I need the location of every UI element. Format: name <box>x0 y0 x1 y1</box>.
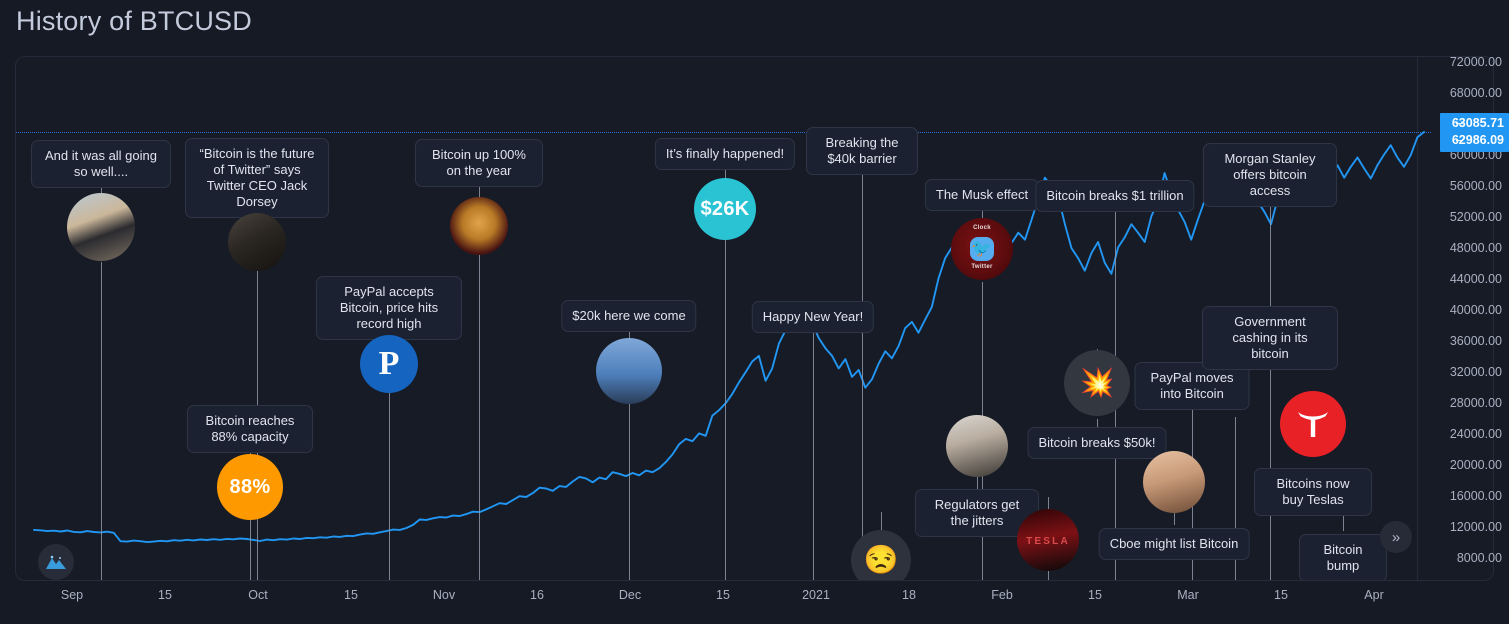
current-price-badge[interactable]: – 63085.71 – 62986.09 <box>1439 113 1509 152</box>
annotation-bitcoin-bump[interactable]: Bitcoin bump <box>1299 534 1387 580</box>
tesla-t-icon <box>1298 412 1328 437</box>
stem-happy-new-year <box>813 327 814 580</box>
marker-climber-photo[interactable] <box>596 338 662 404</box>
y-axis-tick: 48000.00 <box>1449 241 1502 255</box>
stem-up-100-2 <box>479 255 480 580</box>
tick-dash-icon-2: – <box>1455 133 1463 147</box>
paypal-mark-icon: P <box>378 345 400 382</box>
marker-milestone-26k[interactable]: $26K <box>694 178 756 240</box>
annotation-bitcoins-buy-teslas[interactable]: Bitcoins now buy Teslas <box>1254 468 1372 516</box>
x-axis-tick: Oct <box>248 588 268 602</box>
stem-all-going-well-2 <box>101 262 102 580</box>
collision-icon: 💥 <box>1079 367 1115 398</box>
annotation-morgan-stanley[interactable]: Morgan Stanley offers bitcoin access <box>1203 143 1337 207</box>
unamused-face-icon: 😒 <box>863 544 899 575</box>
twitter-caption-bottom: Twitter <box>971 264 993 271</box>
y-axis-tick: 16000.00 <box>1449 489 1502 503</box>
btc-history-page: History of BTCUSD P 88% $26K 😒 Clock 🐦 T… <box>0 0 1509 624</box>
marker-twitter-photo[interactable]: Clock 🐦 Twitter <box>951 218 1013 280</box>
stem-gov-cashing <box>1270 350 1271 580</box>
tesla-wordmark: TESLA <box>1026 536 1070 548</box>
marker-tesla-red-logo[interactable] <box>1280 391 1346 457</box>
x-axis-tick: Nov <box>432 588 456 602</box>
annotation-all-going-well[interactable]: And it was all going so well.... <box>31 140 171 188</box>
y-axis-tick: 36000.00 <box>1449 334 1502 348</box>
stem-breaking-40k <box>862 169 863 580</box>
x-axis-tick: Mar <box>1177 588 1199 602</box>
y-axis-tick: 72000.00 <box>1449 55 1502 69</box>
chevron-double-right-icon: » <box>1391 528 1401 546</box>
annotation-paypal-accepts[interactable]: PayPal accepts Bitcoin, price hits recor… <box>316 276 462 340</box>
y-axis-tick: 20000.00 <box>1449 458 1502 472</box>
twitter-bird-icon: 🐦 <box>969 236 995 262</box>
y-axis-tick: 8000.00 <box>1456 551 1502 565</box>
annotation-breaking-40k[interactable]: Breaking the $40k barrier <box>806 127 918 175</box>
stem-finally-happened-2 <box>725 237 726 580</box>
annotation-breaks-50k[interactable]: Bitcoin breaks $50k! <box>1027 427 1167 459</box>
stem-capacity-88-2 <box>250 518 251 580</box>
chart-mountain-logo-icon <box>38 544 74 580</box>
annotation-up-100[interactable]: Bitcoin up 100% on the year <box>415 139 543 187</box>
chart-panel: P 88% $26K 😒 Clock 🐦 Twitter 💥 TESLA And… <box>15 56 1494 581</box>
x-axis-tick: 16 <box>530 588 544 602</box>
annotation-20k-here-we-come[interactable]: $20k here we come <box>561 300 697 332</box>
x-axis-tick: 15 <box>158 588 172 602</box>
tick-dash-icon: – <box>1455 116 1463 130</box>
y-axis-tick: 52000.00 <box>1449 210 1502 224</box>
plot-area: P 88% $26K 😒 Clock 🐦 Twitter 💥 TESLA And… <box>16 57 1431 580</box>
marker-capacity-88[interactable]: 88% <box>217 454 283 520</box>
stem-20k-2 <box>629 402 630 580</box>
x-axis-tick: 2021 <box>802 588 830 602</box>
page-title: History of BTCUSD <box>16 6 252 36</box>
x-axis-tick: 15 <box>716 588 730 602</box>
x-axis-tick: Feb <box>991 588 1013 602</box>
marker-boom-emoji[interactable]: 💥 <box>1064 350 1130 416</box>
stem-paypal-accepts-2 <box>389 392 390 580</box>
annotation-dorsey[interactable]: “Bitcoin is the future of Twitter” says … <box>185 138 329 218</box>
marker-bag-photo[interactable] <box>67 193 135 261</box>
annotation-musk-effect[interactable]: The Musk effect <box>924 179 1040 211</box>
annotation-gov-cashing-in[interactable]: Government cashing in its bitcoin <box>1202 306 1338 370</box>
marker-unamused-emoji[interactable]: 😒 <box>851 530 911 580</box>
x-axis-tick: 15 <box>344 588 358 602</box>
next-page-button[interactable]: » <box>1380 521 1412 553</box>
y-axis-tick: 68000.00 <box>1449 86 1502 100</box>
stem-uh-oh <box>881 512 882 530</box>
annotation-capacity-88[interactable]: Bitcoin reaches 88% capacity <box>187 405 313 453</box>
x-axis-tick: Apr <box>1364 588 1384 602</box>
x-axis-tick: Sep <box>60 588 84 602</box>
marker-tesla-dark-photo[interactable]: TESLA <box>1017 509 1079 571</box>
x-axis: Sep 15 Oct 15 Nov 16 Dec 15 2021 18 Feb 15 Mar 15 Apr <box>15 583 1494 619</box>
x-axis-tick: 15 <box>1274 588 1288 602</box>
annotation-cboe-list[interactable]: Cboe might list Bitcoin <box>1098 528 1250 560</box>
marker-paypal-logo[interactable]: P <box>360 335 418 393</box>
y-axis-tick: 40000.00 <box>1449 303 1502 317</box>
y-axis-tick: 32000.00 <box>1449 365 1502 379</box>
y-axis-tick: 44000.00 <box>1449 272 1502 286</box>
mountain-glyph <box>46 555 66 569</box>
twitter-caption-top: Clock <box>973 225 991 232</box>
capacity-value: 88% <box>229 475 271 498</box>
price-row-high: – 63085.71 <box>1452 115 1504 132</box>
marker-woman-photo[interactable] <box>1143 451 1205 513</box>
y-axis-tick: 28000.00 <box>1449 396 1502 410</box>
annotation-finally-happened[interactable]: It’s finally happened! <box>654 138 796 170</box>
marker-yellen-photo[interactable] <box>946 415 1008 477</box>
annotation-happy-new-year[interactable]: Happy New Year! <box>751 301 875 333</box>
x-axis-tick: 15 <box>1088 588 1102 602</box>
marker-throne-photo[interactable] <box>450 197 508 255</box>
price-row-low: – 62986.09 <box>1452 132 1504 149</box>
marker-dorsey-photo[interactable] <box>228 213 286 271</box>
annotation-breaks-1-trillion[interactable]: Bitcoin breaks $1 trillion <box>1035 180 1195 212</box>
y-axis-tick: 24000.00 <box>1449 427 1502 441</box>
y-axis-tick: 56000.00 <box>1449 179 1502 193</box>
x-axis-tick: Dec <box>618 588 642 602</box>
y-axis-tick: 12000.00 <box>1449 520 1502 534</box>
milestone-value: $26K <box>700 197 750 220</box>
x-axis-tick: 18 <box>902 588 916 602</box>
